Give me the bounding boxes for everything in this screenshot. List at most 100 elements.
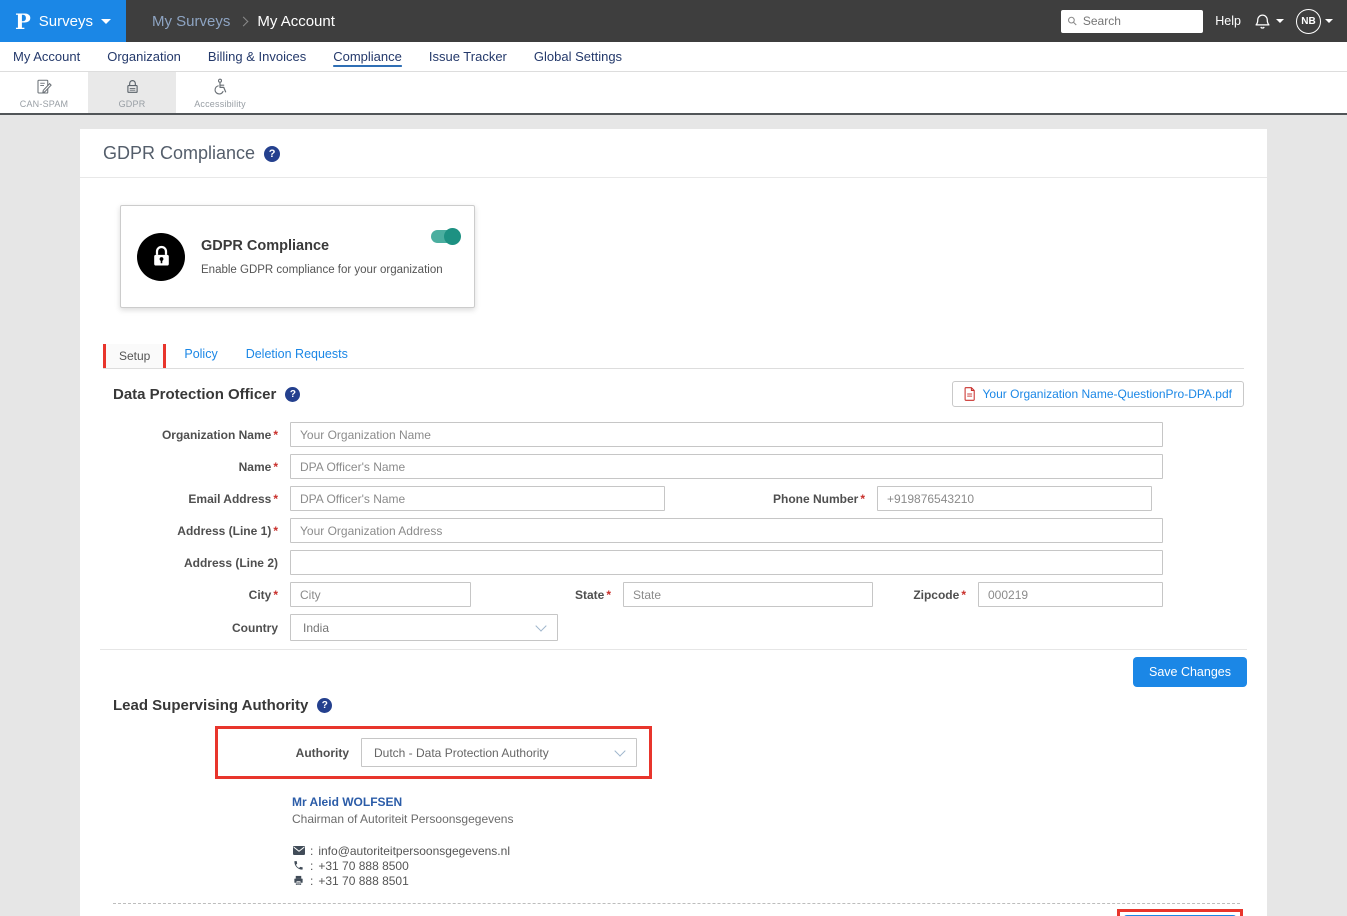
email-label: Email Address* xyxy=(80,492,290,506)
organization-name-field[interactable] xyxy=(290,422,1163,447)
product-switcher[interactable]: P Surveys xyxy=(0,0,126,42)
help-icon[interactable]: ? xyxy=(317,698,332,713)
account-nav: My Account Organization Billing & Invoic… xyxy=(0,42,1347,72)
gdpr-toggle-card: GDPR Compliance Enable GDPR compliance f… xyxy=(120,205,475,308)
toggle-knob xyxy=(444,228,461,245)
authority-contact-name: Mr Aleid WOLFSEN xyxy=(292,795,1267,809)
annotation-box: Setup xyxy=(103,344,166,368)
annotation-box: Authority Dutch - Data Protection Author… xyxy=(215,726,652,779)
name-field[interactable] xyxy=(290,454,1163,479)
zipcode-field[interactable] xyxy=(978,582,1163,607)
help-link[interactable]: Help xyxy=(1215,14,1241,28)
account-menu[interactable]: NB xyxy=(1296,9,1333,34)
wheelchair-icon xyxy=(211,78,229,96)
city-field[interactable] xyxy=(290,582,471,607)
authority-selected-value: Dutch - Data Protection Authority xyxy=(374,746,549,760)
dpa-pdf-button[interactable]: Your Organization Name-QuestionPro-DPA.p… xyxy=(952,381,1244,407)
phone-icon xyxy=(292,860,305,871)
card-title: GDPR Compliance xyxy=(201,238,443,254)
dpo-save-row: Save Changes xyxy=(100,649,1247,687)
country-select[interactable]: India xyxy=(290,614,558,641)
compliance-subtabs: CAN-SPAM GDPR Accessibility xyxy=(0,72,1347,115)
product-name: Surveys xyxy=(39,13,93,30)
gdpr-section-tabs: Setup Policy Deletion Requests xyxy=(103,342,1244,369)
save-changes-button-top[interactable]: Save Changes xyxy=(1133,657,1247,687)
state-field[interactable] xyxy=(623,582,873,607)
zipcode-label: Zipcode* xyxy=(873,588,978,602)
help-icon[interactable]: ? xyxy=(285,387,300,402)
dpo-form: Organization Name* Name* Email Address* … xyxy=(80,422,1267,641)
subtab-accessibility[interactable]: Accessibility xyxy=(176,72,264,113)
email-field[interactable] xyxy=(290,486,665,511)
breadcrumb-separator-icon xyxy=(239,17,249,27)
state-label: State* xyxy=(471,588,623,602)
subtab-can-spam[interactable]: CAN-SPAM xyxy=(0,72,88,113)
country-selected-value: India xyxy=(303,621,329,635)
chevron-down-icon xyxy=(1325,19,1333,23)
organization-name-label: Organization Name* xyxy=(80,428,290,442)
top-bar: P Surveys My Surveys My Account Help NB xyxy=(0,0,1347,42)
lsa-header: Lead Supervising Authority ? xyxy=(113,697,1244,714)
subtab-label: Accessibility xyxy=(194,99,246,109)
questionpro-logo-icon: P xyxy=(15,9,31,34)
address1-field[interactable] xyxy=(290,518,1163,543)
authority-phone-line: : +31 70 888 8500 xyxy=(292,858,1267,873)
breadcrumb-my-account: My Account xyxy=(257,13,335,30)
authority-email-line: : info@autoriteitpersoonsgegevens.nl xyxy=(292,843,1267,858)
compose-icon xyxy=(35,78,53,96)
chevron-down-icon xyxy=(614,745,625,756)
country-label: Country xyxy=(80,621,290,635)
authority-contact-title: Chairman of Autoriteit Persoonsgegevens xyxy=(292,812,1267,826)
authority-select[interactable]: Dutch - Data Protection Authority xyxy=(361,738,637,767)
pdf-icon xyxy=(964,387,976,401)
search-icon xyxy=(1067,15,1078,27)
lock-badge xyxy=(137,233,185,281)
help-icon[interactable]: ? xyxy=(264,146,280,162)
nav-my-account[interactable]: My Account xyxy=(13,49,80,64)
nav-billing-invoices[interactable]: Billing & Invoices xyxy=(208,49,306,64)
gdpr-compliance-panel: GDPR Compliance ? GDPR Compliance Enable… xyxy=(80,129,1267,916)
lock-icon xyxy=(124,78,141,96)
subtab-label: GDPR xyxy=(119,99,146,109)
nav-organization[interactable]: Organization xyxy=(107,49,181,64)
gdpr-enabled-toggle[interactable] xyxy=(431,230,458,243)
nav-compliance[interactable]: Compliance xyxy=(333,49,402,64)
avatar: NB xyxy=(1296,9,1321,34)
notifications-menu[interactable] xyxy=(1253,11,1284,32)
page-title: GDPR Compliance xyxy=(103,143,255,164)
tab-deletion-requests[interactable]: Deletion Requests xyxy=(236,342,358,368)
envelope-icon xyxy=(292,846,305,855)
subtab-label: CAN-SPAM xyxy=(20,99,68,109)
search-box[interactable] xyxy=(1061,10,1203,33)
address2-label: Address (Line 2) xyxy=(80,556,290,570)
authority-contact-card: Mr Aleid WOLFSEN Chairman of Autoriteit … xyxy=(292,795,1267,888)
fax-icon xyxy=(292,875,305,886)
dpo-heading: Data Protection Officer xyxy=(113,386,276,403)
panel-header: GDPR Compliance ? xyxy=(80,129,1267,178)
address2-field[interactable] xyxy=(290,550,1163,575)
city-label: City* xyxy=(80,588,290,602)
authority-fax-line: : +31 70 888 8501 xyxy=(292,873,1267,888)
address1-label: Address (Line 1)* xyxy=(80,524,290,538)
phone-field[interactable] xyxy=(877,486,1152,511)
phone-label: Phone Number* xyxy=(665,492,877,506)
nav-global-settings[interactable]: Global Settings xyxy=(534,49,622,64)
lsa-save-row: Save Changes xyxy=(80,909,1243,916)
breadcrumb: My Surveys My Account xyxy=(152,13,335,30)
authority-label: Authority xyxy=(218,746,361,760)
tab-policy[interactable]: Policy xyxy=(174,342,227,368)
nav-issue-tracker[interactable]: Issue Tracker xyxy=(429,49,507,64)
breadcrumb-my-surveys[interactable]: My Surveys xyxy=(152,13,230,30)
lsa-heading: Lead Supervising Authority xyxy=(113,697,308,714)
tab-setup[interactable]: Setup xyxy=(106,344,163,368)
annotation-box: Save Changes xyxy=(1117,909,1243,916)
name-label: Name* xyxy=(80,460,290,474)
subtab-gdpr[interactable]: GDPR xyxy=(88,72,176,113)
authority-phone: +31 70 888 8500 xyxy=(318,859,408,873)
dpo-header: Data Protection Officer ? Your Organizat… xyxy=(113,381,1244,407)
chevron-down-icon xyxy=(101,19,111,24)
card-description: Enable GDPR compliance for your organiza… xyxy=(201,264,443,276)
search-input[interactable] xyxy=(1083,14,1197,28)
authority-fax: +31 70 888 8501 xyxy=(318,874,408,888)
pdf-button-label: Your Organization Name-QuestionPro-DPA.p… xyxy=(983,387,1232,401)
